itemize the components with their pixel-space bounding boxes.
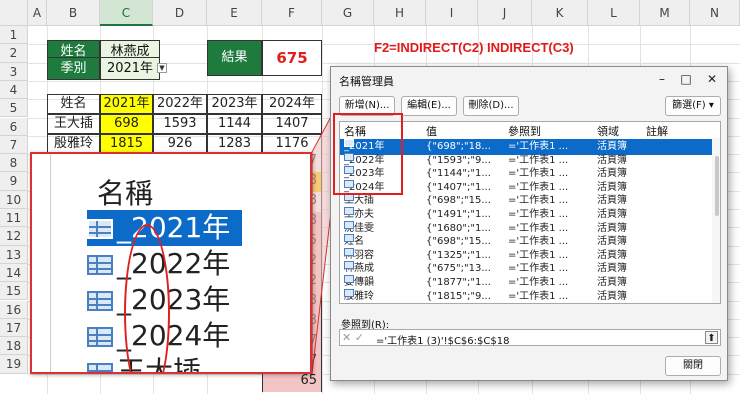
table-cell[interactable]: 1593: [153, 114, 207, 134]
table-cell[interactable]: 698: [100, 114, 153, 134]
col-header-value[interactable]: 值: [426, 123, 437, 139]
column-header-m[interactable]: M: [640, 0, 690, 26]
column-header-b[interactable]: B: [47, 0, 100, 26]
column-header-h[interactable]: H: [374, 0, 426, 26]
filter-button[interactable]: 篩選(F) ▾: [665, 96, 721, 116]
dialog-title: 名稱管理員: [339, 75, 394, 88]
named-range-icon: [87, 219, 113, 239]
table-cell[interactable]: 926: [153, 134, 207, 154]
row-header-16[interactable]: 16: [0, 300, 28, 319]
edit-name-button[interactable]: 編輯(E)...: [401, 96, 457, 116]
table-header-cell[interactable]: 2022年: [153, 94, 207, 114]
zoom-name-header: 名稱: [97, 177, 154, 210]
row-header-13[interactable]: 13: [0, 245, 28, 264]
row-header-9[interactable]: 9: [0, 172, 28, 191]
table-cell[interactable]: 王大插: [47, 114, 100, 134]
col-header-refers-to[interactable]: 參照到: [508, 123, 541, 139]
close-button[interactable]: 關閉: [665, 356, 721, 376]
highlight-rectangle: [333, 113, 403, 195]
result-value-cell[interactable]: 675: [262, 40, 322, 76]
table-cell[interactable]: 1283: [207, 134, 262, 154]
result-label-cell[interactable]: 結果: [207, 40, 262, 76]
table-cell[interactable]: 1407: [262, 114, 322, 134]
row-header-8[interactable]: 8: [0, 154, 28, 173]
col-header-scope[interactable]: 領域: [597, 123, 619, 139]
row-header-15[interactable]: 15: [0, 282, 28, 301]
column-header-f[interactable]: F: [262, 0, 322, 26]
table-cell[interactable]: 1144: [207, 114, 262, 134]
row-header-4[interactable]: 4: [0, 80, 28, 100]
row-header-17[interactable]: 17: [0, 318, 28, 338]
table-cell[interactable]: 1176: [262, 134, 322, 154]
cancel-confirm-icons: ✕ ✓: [342, 331, 364, 344]
named-range-icon: [87, 327, 113, 347]
value-cell: {"1815";"9...: [426, 290, 491, 302]
named-range-icon: [344, 234, 354, 243]
named-range-icon: [344, 207, 354, 215]
named-range-icon: [344, 288, 354, 297]
gridline: [322, 26, 323, 394]
col-header-comment[interactable]: 註解: [646, 123, 668, 139]
chevron-down-icon[interactable]: ▼: [157, 63, 167, 73]
name-list-row[interactable]: 殷雅玲 {"1815";"9... ='工作表1 ... 活頁簿: [340, 288, 714, 303]
row-header-2[interactable]: 2: [0, 44, 28, 63]
named-range-icon: [344, 247, 354, 256]
maximize-icon[interactable]: □: [675, 70, 697, 88]
delete-name-button[interactable]: 刪除(D)...: [463, 96, 519, 116]
table-header-cell[interactable]: 2021年: [100, 94, 153, 114]
row-header-10[interactable]: 10: [0, 190, 28, 209]
collapse-icon[interactable]: ⬆: [705, 331, 718, 344]
column-header-c[interactable]: C: [100, 0, 153, 26]
named-range-icon: [344, 220, 354, 229]
table-cell[interactable]: 殷雅玲: [47, 134, 100, 154]
row-header-11[interactable]: 11: [0, 209, 28, 228]
column-header-d[interactable]: D: [153, 0, 207, 26]
row-header-12[interactable]: 12: [0, 227, 28, 246]
named-range-icon: [87, 363, 113, 372]
column-header-j[interactable]: J: [478, 0, 532, 26]
column-header-k[interactable]: K: [532, 0, 588, 26]
row-header-1[interactable]: 1: [0, 26, 28, 45]
row-header-19[interactable]: 19: [0, 355, 28, 374]
zoom-name-list: 名稱 _2021年 _2022年 _2023年 _2024年 王大插: [50, 154, 308, 372]
row-header-14[interactable]: 14: [0, 263, 28, 283]
close-icon[interactable]: ✕: [701, 70, 723, 88]
select-all-corner[interactable]: [0, 0, 28, 26]
formula-note: F2=INDIRECT(C2) INDIRECT(C3): [374, 40, 574, 55]
named-range-icon: [87, 255, 113, 275]
row-header-3[interactable]: 3: [0, 62, 28, 81]
refers-to-cell: ='工作表1 ...: [508, 290, 569, 302]
column-header-e[interactable]: E: [207, 0, 262, 26]
named-range-icon: [87, 291, 113, 311]
name-list-scrollbar[interactable]: [712, 138, 720, 303]
named-range-icon: [344, 261, 354, 270]
table-header-cell[interactable]: 2024年: [262, 94, 322, 114]
row-header-6[interactable]: 6: [0, 117, 28, 136]
row-header-18[interactable]: 18: [0, 337, 28, 356]
season-label-cell[interactable]: 季別: [47, 57, 100, 80]
table-header-cell[interactable]: 2023年: [207, 94, 262, 114]
scope-cell: 活頁簿: [597, 290, 627, 302]
column-header-g[interactable]: G: [322, 0, 374, 26]
row-header-5[interactable]: 5: [0, 99, 28, 118]
column-header-l[interactable]: L: [588, 0, 640, 26]
column-header-a[interactable]: A: [28, 0, 47, 26]
minimize-icon[interactable]: –: [651, 70, 673, 88]
table-cell[interactable]: 65: [262, 372, 322, 392]
column-header-i[interactable]: I: [426, 0, 478, 26]
table-cell[interactable]: 1815: [100, 134, 153, 154]
zoom-name-item: _2021年: [87, 210, 243, 246]
name-cell: 殷雅玲: [344, 288, 424, 303]
refers-to-value: ='工作表1 (3)'!$C$6:$C$18: [376, 336, 510, 347]
named-range-icon: [344, 275, 354, 283]
table-header-cell[interactable]: 姓名: [47, 94, 100, 114]
row-header-7[interactable]: 7: [0, 135, 28, 155]
column-header-n[interactable]: N: [690, 0, 740, 26]
refers-to-field[interactable]: ✕ ✓ ='工作表1 (3)'!$C$6:$C$18 ⬆: [339, 329, 721, 347]
season-value-cell[interactable]: 2021年: [100, 57, 160, 80]
zoom-callout: 名稱 _2021年 _2022年 _2023年 _2024年 王大插: [30, 152, 312, 374]
